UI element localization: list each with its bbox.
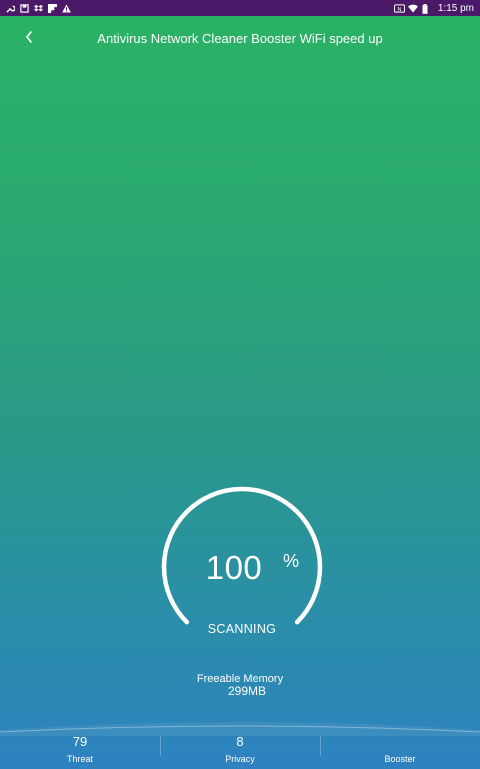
privacy-count: 8 <box>236 734 244 749</box>
nav-item-privacy[interactable]: 8 Privacy <box>160 730 320 769</box>
svg-text:N: N <box>397 6 401 12</box>
nfc-icon: N <box>393 3 405 13</box>
bottom-nav: 79 Threat 8 Privacy Booster <box>0 730 480 769</box>
status-bar: N 1:15 pm <box>0 0 480 16</box>
gauge-value: 100 <box>160 549 324 587</box>
threat-count: 79 <box>72 734 88 749</box>
memory-value: 299MB <box>227 684 267 698</box>
scan-progress-gauge: 100 % SCANNING <box>160 485 324 649</box>
dropbox-icon <box>34 4 43 13</box>
app-screen: N 1:15 pm Antivirus Network Cleaner Boos… <box>0 0 480 769</box>
gauge-unit: % <box>283 551 300 571</box>
chevron-left-icon <box>24 30 34 49</box>
freeable-memory: Freeable Memory 299MB <box>180 674 300 698</box>
scan-status-label: SCANNING <box>207 622 277 636</box>
app-header: Antivirus Network Cleaner Booster WiFi s… <box>0 24 480 54</box>
privacy-label: Privacy <box>225 754 255 764</box>
back-button[interactable] <box>18 28 40 50</box>
gauge-value-number: 100 <box>205 549 263 586</box>
wifi-icon <box>407 4 418 13</box>
status-icons-right: N 1:15 pm <box>393 2 474 14</box>
booster-label: Booster <box>384 754 416 764</box>
warning-icon <box>62 3 71 13</box>
threat-label: Threat <box>66 754 93 764</box>
battery-icon <box>422 3 431 14</box>
nav-item-threat[interactable]: 79 Threat <box>0 730 160 769</box>
save-icon <box>20 3 29 13</box>
page-title: Antivirus Network Cleaner Booster WiFi s… <box>97 31 383 46</box>
wrench-icon <box>6 4 15 13</box>
status-icons-left <box>6 3 71 13</box>
flipboard-icon <box>48 3 57 13</box>
nav-item-booster[interactable]: Booster <box>320 730 480 769</box>
status-time: 1:15 pm <box>437 2 474 14</box>
booster-count <box>320 735 480 749</box>
